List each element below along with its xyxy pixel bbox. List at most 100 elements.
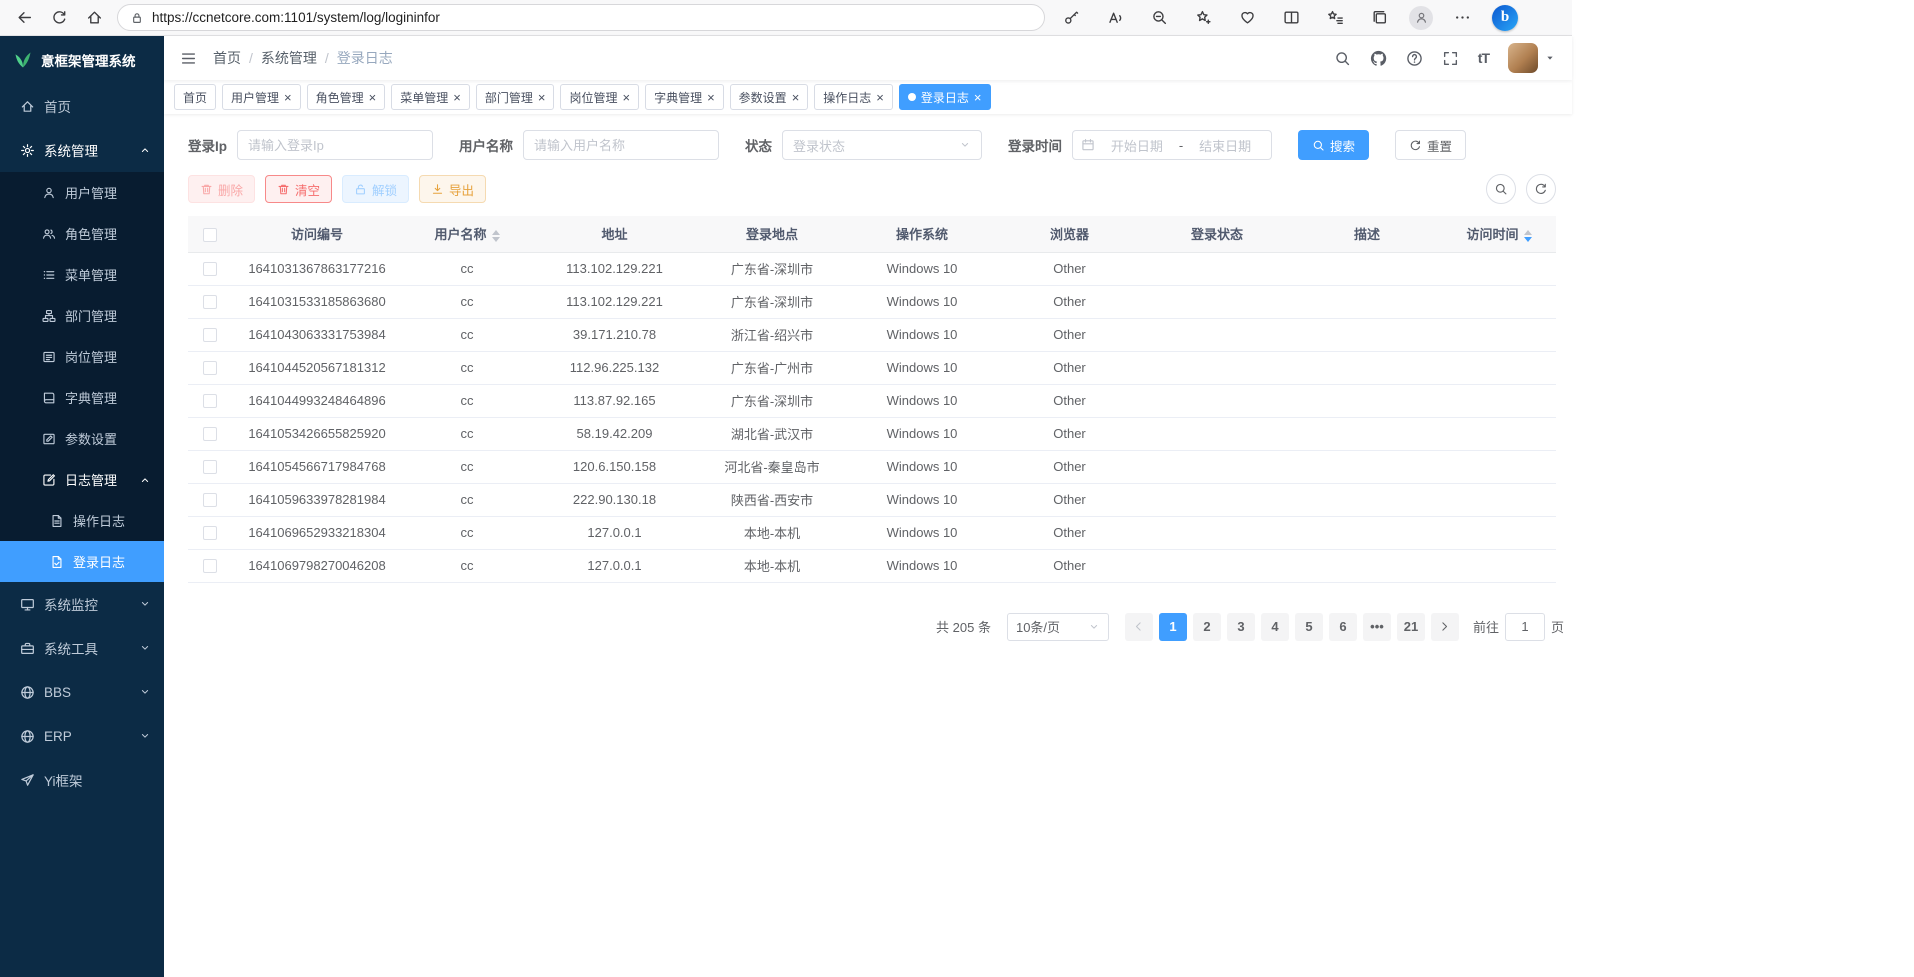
next-page-button[interactable]	[1431, 613, 1459, 641]
row-checkbox[interactable]	[203, 559, 217, 573]
toggle-search-button[interactable]	[1486, 174, 1516, 204]
user-name-input[interactable]	[523, 130, 719, 160]
table-row[interactable]: 1641031533185863680 cc 113.102.129.221 广…	[188, 285, 1556, 318]
fullscreen-button[interactable]	[1442, 50, 1459, 67]
tab-user-mgmt[interactable]: 用户管理×	[222, 84, 301, 110]
reset-button[interactable]: 重置	[1395, 130, 1466, 160]
tab-post-mgmt[interactable]: 岗位管理×	[560, 84, 639, 110]
copilot-button[interactable]: b	[1492, 5, 1518, 31]
close-icon[interactable]: ×	[284, 91, 292, 104]
col-visit-time[interactable]: 访问时间	[1442, 216, 1556, 252]
tab-operation-log[interactable]: 操作日志×	[814, 84, 893, 110]
close-icon[interactable]: ×	[876, 91, 884, 104]
settings-more-button[interactable]	[1448, 3, 1477, 32]
page-button-4[interactable]: 4	[1261, 613, 1289, 641]
browser-profile-button[interactable]	[1409, 6, 1433, 30]
sidebar-item-post-mgmt[interactable]: 岗位管理	[0, 336, 164, 377]
sidebar-item-login-log[interactable]: 登录日志	[0, 541, 164, 582]
user-menu[interactable]	[1508, 43, 1556, 73]
sidebar-item-home[interactable]: 首页	[0, 84, 164, 128]
search-button[interactable]: 搜索	[1298, 130, 1369, 160]
row-checkbox[interactable]	[203, 361, 217, 375]
collections-button[interactable]	[1365, 3, 1394, 32]
sidebar-item-bbs[interactable]: BBS	[0, 670, 164, 714]
sidebar-item-yi-framework[interactable]: Yi框架	[0, 758, 164, 802]
page-button-5[interactable]: 5	[1295, 613, 1323, 641]
close-icon[interactable]: ×	[707, 91, 715, 104]
sidebar-item-user-mgmt[interactable]: 用户管理	[0, 172, 164, 213]
github-link-button[interactable]	[1370, 50, 1387, 67]
sidebar-item-menu-mgmt[interactable]: 菜单管理	[0, 254, 164, 295]
close-icon[interactable]: ×	[622, 91, 630, 104]
zoom-button[interactable]	[1145, 3, 1174, 32]
close-icon[interactable]: ×	[369, 91, 377, 104]
collapse-sidebar-button[interactable]	[180, 50, 197, 67]
page-button-3[interactable]: 3	[1227, 613, 1255, 641]
unlock-button[interactable]: 解锁	[342, 175, 409, 203]
col-user-name[interactable]: 用户名称	[402, 216, 532, 252]
sort-carets-icon[interactable]	[492, 230, 500, 242]
table-row[interactable]: 1641053426655825920 cc 58.19.42.209 湖北省-…	[188, 417, 1556, 450]
browser-refresh-button[interactable]	[45, 3, 74, 32]
login-ip-input[interactable]	[237, 130, 433, 160]
sidebar-item-erp[interactable]: ERP	[0, 714, 164, 758]
favorites-button[interactable]	[1321, 3, 1350, 32]
row-checkbox[interactable]	[203, 493, 217, 507]
row-checkbox[interactable]	[203, 427, 217, 441]
browser-home-button[interactable]	[80, 3, 109, 32]
tab-param-settings[interactable]: 参数设置×	[730, 84, 809, 110]
sidebar-item-system-mgmt[interactable]: 系统管理	[0, 128, 164, 172]
row-checkbox[interactable]	[203, 295, 217, 309]
close-icon[interactable]: ×	[538, 91, 546, 104]
sidebar-item-param-settings[interactable]: 参数设置	[0, 418, 164, 459]
export-button[interactable]: 导出	[419, 175, 486, 203]
browser-essentials-button[interactable]	[1233, 3, 1262, 32]
page-button-2[interactable]: 2	[1193, 613, 1221, 641]
sidebar-item-dict-mgmt[interactable]: 字典管理	[0, 377, 164, 418]
refresh-table-button[interactable]	[1526, 174, 1556, 204]
font-size-button[interactable]: tT	[1478, 50, 1489, 66]
status-select[interactable]: 登录状态	[782, 130, 982, 160]
row-checkbox[interactable]	[203, 394, 217, 408]
tab-role-mgmt[interactable]: 角色管理×	[307, 84, 386, 110]
table-row[interactable]: 1641069652933218304 cc 127.0.0.1 本地-本机 W…	[188, 516, 1556, 549]
table-row[interactable]: 1641044520567181312 cc 112.96.225.132 广东…	[188, 351, 1556, 384]
split-screen-button[interactable]	[1277, 3, 1306, 32]
add-favorite-button[interactable]	[1189, 3, 1218, 32]
close-icon[interactable]: ×	[974, 91, 982, 104]
sidebar-item-system-tools[interactable]: 系统工具	[0, 626, 164, 670]
sidebar-item-system-monitor[interactable]: 系统监控	[0, 582, 164, 626]
table-row[interactable]: 1641054566717984768 cc 120.6.150.158 河北省…	[188, 450, 1556, 483]
header-search-button[interactable]	[1334, 50, 1351, 67]
delete-button[interactable]: 删除	[188, 175, 255, 203]
prev-page-button[interactable]	[1125, 613, 1153, 641]
row-checkbox[interactable]	[203, 460, 217, 474]
tab-login-log[interactable]: 登录日志×	[899, 84, 991, 110]
page-size-select[interactable]: 10条/页	[1007, 613, 1109, 641]
sort-carets-icon[interactable]	[1524, 230, 1532, 242]
table-row[interactable]: 1641043063331753984 cc 39.171.210.78 浙江省…	[188, 318, 1556, 351]
row-checkbox[interactable]	[203, 526, 217, 540]
goto-page-input[interactable]	[1505, 613, 1545, 641]
clear-button[interactable]: 清空	[265, 175, 332, 203]
row-checkbox[interactable]	[203, 328, 217, 342]
login-time-range-picker[interactable]: 开始日期 - 结束日期	[1072, 130, 1272, 160]
tab-dict-mgmt[interactable]: 字典管理×	[645, 84, 724, 110]
select-all-checkbox[interactable]	[203, 228, 217, 242]
close-icon[interactable]: ×	[792, 91, 800, 104]
breadcrumb-home[interactable]: 首页	[213, 48, 241, 68]
page-button-1[interactable]: 1	[1159, 613, 1187, 641]
tab-menu-mgmt[interactable]: 菜单管理×	[391, 84, 470, 110]
table-row[interactable]: 1641069798270046208 cc 127.0.0.1 本地-本机 W…	[188, 549, 1556, 582]
breadcrumb-system-mgmt[interactable]: 系统管理	[261, 48, 317, 68]
table-row[interactable]: 1641044993248464896 cc 113.87.92.165 广东省…	[188, 384, 1556, 417]
read-aloud-button[interactable]	[1101, 3, 1130, 32]
sidebar-item-operation-log[interactable]: 操作日志	[0, 500, 164, 541]
sidebar-item-log-mgmt[interactable]: 日志管理	[0, 459, 164, 500]
table-row[interactable]: 1641031367863177216 cc 113.102.129.221 广…	[188, 252, 1556, 285]
sidebar-item-dept-mgmt[interactable]: 部门管理	[0, 295, 164, 336]
tab-dept-mgmt[interactable]: 部门管理×	[476, 84, 555, 110]
browser-back-button[interactable]	[10, 3, 39, 32]
page-button-6[interactable]: 6	[1329, 613, 1357, 641]
row-checkbox[interactable]	[203, 262, 217, 276]
